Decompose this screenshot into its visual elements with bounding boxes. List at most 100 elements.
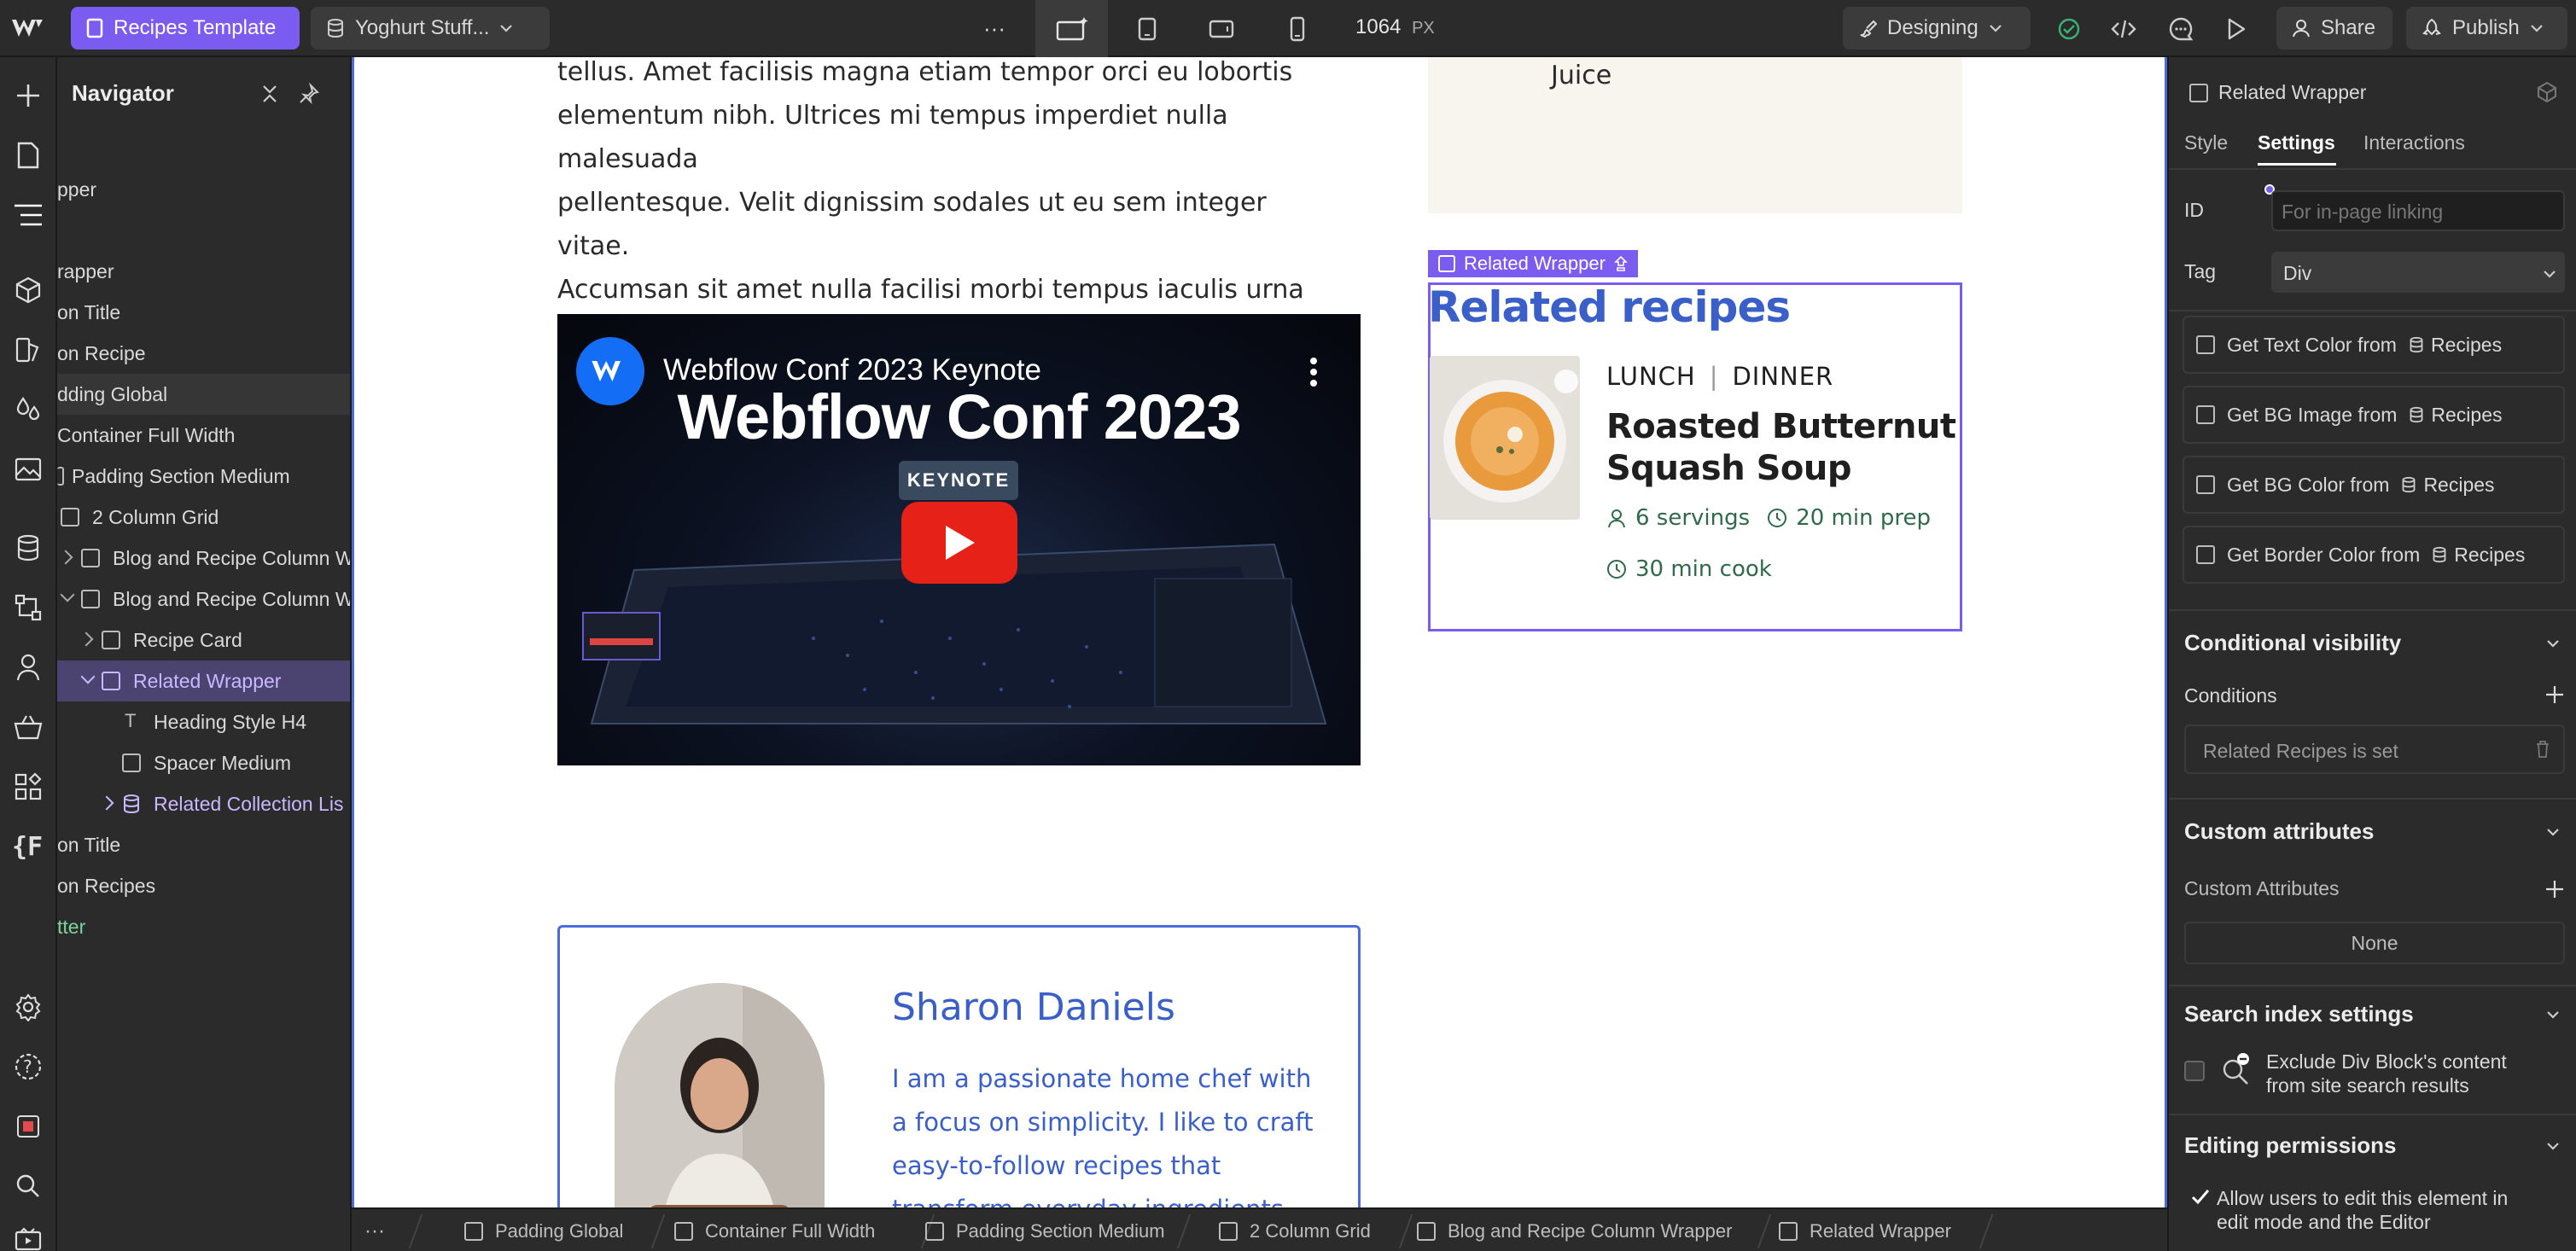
video-embed[interactable]: Webflow Conf 2023 Keynote Webflow Conf 2… — [557, 314, 1361, 765]
breadcrumb-item[interactable]: Padding Section Medium — [925, 1209, 1165, 1251]
comments-icon[interactable] — [2164, 12, 2198, 46]
breakpoint-landscape-button[interactable] — [1203, 10, 1240, 48]
selection-label-tag[interactable]: Related Wrapper — [1428, 250, 1638, 277]
exclude-search-checkbox[interactable] — [2184, 1061, 2205, 1081]
status-check-icon[interactable] — [2052, 12, 2086, 46]
chevron-down-icon[interactable] — [2546, 1010, 2560, 1020]
tag-select[interactable]: Div — [2271, 252, 2565, 293]
chevron-down-icon[interactable] — [60, 587, 75, 602]
tab-style[interactable]: Style — [2184, 131, 2228, 154]
pin-icon[interactable] — [298, 83, 320, 105]
breakpoint-portrait-button[interactable] — [1279, 10, 1316, 48]
related-wrapper[interactable]: Related recipes LUNCH | DINNER Roasted B… — [1428, 282, 1962, 631]
chevron-down-icon[interactable] — [2546, 1141, 2560, 1151]
nav-row[interactable]: 2 Column Grid — [57, 497, 350, 538]
chevron-down-icon[interactable] — [2546, 638, 2560, 649]
publish-button[interactable]: Publish — [2406, 7, 2567, 49]
get-bg-color-binding[interactable]: Get BG Color from Recipes — [2183, 456, 2565, 514]
chevron-right-icon[interactable] — [58, 550, 73, 565]
condition-item[interactable]: Related Recipes is set — [2184, 724, 2565, 774]
mode-dropdown-button[interactable]: Designing — [1843, 7, 2031, 49]
add-icon[interactable] — [9, 76, 48, 115]
more-options-button[interactable]: ··· — [973, 9, 1016, 48]
conditional-visibility-header[interactable]: Conditional visibility — [2184, 630, 2401, 656]
chevron-down-icon[interactable] — [2546, 827, 2560, 837]
nav-row[interactable]: T Heading Style H4 — [57, 701, 350, 742]
breadcrumb-item[interactable]: Padding Global — [464, 1209, 623, 1251]
page-selector-button[interactable]: Recipes Template — [71, 7, 300, 49]
chevron-right-icon[interactable] — [79, 631, 94, 647]
editing-permissions-header[interactable]: Editing permissions — [2184, 1132, 2397, 1159]
nav-row[interactable]: on Recipes — [57, 865, 350, 906]
apps-icon[interactable] — [9, 767, 48, 806]
add-icon[interactable] — [2544, 879, 2565, 899]
nav-row[interactable]: Blog and Recipe Column W — [57, 579, 350, 620]
checkbox[interactable] — [2196, 475, 2215, 494]
breakpoint-desktop-base-button[interactable] — [1035, 0, 1108, 57]
breadcrumb-item[interactable]: Container Full Width — [674, 1209, 875, 1251]
webflow-logo-icon[interactable] — [7, 10, 48, 46]
category-tag[interactable]: LUNCH — [1606, 362, 1696, 391]
component-icon[interactable] — [2536, 81, 2558, 103]
collapse-icon[interactable] — [259, 83, 281, 105]
recipe-thumbnail-image[interactable] — [1430, 356, 1580, 520]
custom-attributes-header[interactable]: Custom attributes — [2184, 818, 2374, 845]
category-tag[interactable]: DINNER — [1732, 362, 1833, 391]
breadcrumb-more[interactable]: ··· — [364, 1209, 385, 1251]
navigator-icon[interactable] — [9, 195, 48, 235]
get-bg-image-binding[interactable]: Get BG Image from Recipes — [2183, 386, 2565, 444]
preview-play-icon[interactable] — [2219, 12, 2253, 46]
variables-drops-icon[interactable] — [9, 390, 48, 429]
nav-row[interactable]: on Recipe — [57, 333, 350, 374]
collection-selector-button[interactable]: Yoghurt Stuff... — [311, 7, 550, 49]
nav-row[interactable]: rapper — [57, 251, 350, 292]
design-canvas[interactable]: tellus. Amet facilisis magna etiam tempo… — [352, 57, 2167, 1207]
help-icon[interactable]: ? — [9, 1047, 48, 1086]
checkbox[interactable] — [2196, 545, 2215, 564]
trash-icon[interactable] — [2534, 740, 2551, 759]
nav-row[interactable]: tter — [57, 906, 350, 947]
share-button[interactable]: Share — [2276, 7, 2392, 49]
logic-flow-icon[interactable] — [9, 588, 48, 627]
breakpoint-tablet-button[interactable] — [1128, 10, 1166, 48]
nav-row[interactable]: Recipe Card — [57, 620, 350, 660]
code-icon[interactable] — [2107, 12, 2141, 46]
breadcrumb-item[interactable]: Blog and Recipe Column Wrapper — [1417, 1209, 1732, 1251]
components-icon[interactable] — [9, 271, 48, 310]
nav-row[interactable]: Spacer Medium — [57, 742, 350, 783]
chevron-down-icon[interactable] — [80, 669, 96, 684]
nav-row[interactable]: on Title — [57, 824, 350, 865]
youtube-play-button[interactable] — [901, 502, 1017, 584]
get-border-color-binding[interactable]: Get Border Color from Recipes — [2183, 526, 2565, 584]
record-stop-icon[interactable] — [9, 1107, 48, 1146]
chevron-right-icon[interactable] — [99, 795, 114, 811]
tab-interactions[interactable]: Interactions — [2363, 131, 2465, 154]
tab-settings[interactable]: Settings — [2258, 131, 2335, 154]
get-text-color-binding[interactable]: Get Text Color from Recipes — [2183, 316, 2565, 374]
author-card[interactable]: Sharon Daniels I am a passionate home ch… — [557, 925, 1361, 1207]
checkbox[interactable] — [2196, 335, 2215, 354]
nav-row[interactable]: Padding Section Medium — [57, 456, 350, 497]
nav-row[interactable]: Blog and Recipe Column W — [57, 538, 350, 579]
nav-row[interactable]: pper — [57, 169, 350, 210]
video-tutorials-icon[interactable] — [9, 1226, 48, 1251]
search-icon[interactable] — [9, 1167, 48, 1206]
assets-image-icon[interactable] — [9, 450, 48, 489]
ecommerce-basket-icon[interactable] — [9, 707, 48, 747]
users-icon[interactable] — [9, 648, 48, 687]
breadcrumb-item[interactable]: Related Wrapper — [1779, 1209, 1951, 1251]
checkmark-icon[interactable] — [2191, 1189, 2210, 1206]
settings-gear-icon[interactable] — [9, 987, 48, 1027]
finsweet-attributes-icon[interactable]: {F — [9, 827, 48, 866]
nav-row[interactable]: on Title — [57, 292, 350, 333]
style-manager-icon[interactable] — [9, 330, 48, 369]
pages-icon[interactable] — [9, 136, 48, 175]
add-icon[interactable] — [2544, 684, 2565, 705]
cms-database-icon[interactable] — [9, 528, 48, 567]
checkbox[interactable] — [2196, 405, 2215, 424]
search-index-header[interactable]: Search index settings — [2184, 1001, 2414, 1027]
nav-row-selected[interactable]: Related Wrapper — [57, 660, 350, 701]
nav-row[interactable]: Container Full Width — [57, 415, 350, 456]
breadcrumb-item[interactable]: 2 Column Grid — [1219, 1209, 1371, 1251]
id-input[interactable]: For in-page linking — [2271, 190, 2565, 231]
